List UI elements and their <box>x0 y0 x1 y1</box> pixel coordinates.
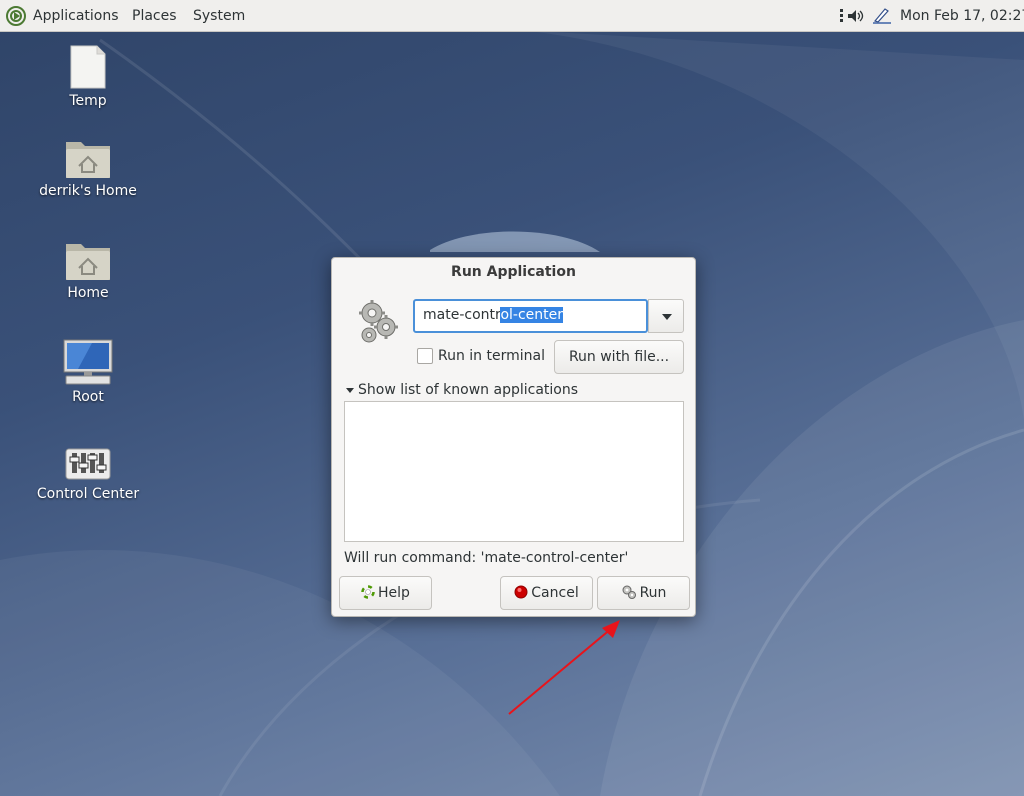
cancel-button[interactable]: Cancel <box>500 576 593 610</box>
desktop-icon-derriks-home[interactable]: derrik's Home <box>13 136 163 199</box>
desktop: Applications Places System Mon Feb 17, 0… <box>0 0 1024 796</box>
update-notifier-icon[interactable] <box>871 6 893 26</box>
run-with-file-button[interactable]: Run with file... <box>554 340 684 374</box>
desktop-icon-label: Control Center <box>36 486 140 502</box>
desktop-icon-label: derrik's Home <box>39 183 137 199</box>
command-selected-text: ol-center <box>500 307 564 323</box>
desktop-icon-temp[interactable]: Temp <box>13 44 163 109</box>
mate-logo-icon[interactable] <box>5 6 27 26</box>
command-input[interactable]: mate-control-center <box>413 299 648 333</box>
run-button-label: Run <box>639 585 667 601</box>
home-folder-icon <box>66 142 110 178</box>
run-button[interactable]: Run <box>597 576 690 610</box>
known-applications-expander[interactable]: Show list of known applications <box>346 382 578 398</box>
desktop-icon-home[interactable]: Home <box>13 238 163 301</box>
help-button[interactable]: Help <box>339 576 432 610</box>
gears-icon <box>622 585 636 599</box>
command-history-dropdown-button[interactable] <box>648 299 684 333</box>
desktop-icon-root[interactable]: Root <box>13 338 163 405</box>
help-button-label: Help <box>378 585 410 601</box>
desktop-icon-label: Root <box>72 389 104 405</box>
help-lifebuoy-icon <box>361 585 375 599</box>
volume-icon[interactable] <box>846 6 866 26</box>
chevron-down-icon <box>662 314 672 320</box>
stop-icon <box>514 585 528 599</box>
clock[interactable]: Mon Feb 17, 02:27 <box>900 7 1024 25</box>
run-application-dialog: Run Application mate-control-center Run … <box>331 257 696 617</box>
system-menu[interactable]: System <box>193 7 245 25</box>
dialog-title: Run Application <box>451 264 576 280</box>
computer-icon <box>63 339 113 385</box>
desktop-icon-control-center[interactable]: Control Center <box>13 445 163 502</box>
places-menu[interactable]: Places <box>132 7 177 25</box>
will-run-command-text: Will run command: 'mate-control-center' <box>344 550 629 566</box>
top-panel: Applications Places System Mon Feb 17, 0… <box>0 0 1024 32</box>
run-in-terminal-checkbox[interactable] <box>417 348 433 364</box>
known-applications-list[interactable] <box>344 401 684 542</box>
file-icon <box>70 45 106 89</box>
cancel-button-label: Cancel <box>531 585 579 601</box>
expander-arrow-icon <box>346 387 354 393</box>
command-combobox: mate-control-center <box>413 299 684 333</box>
home-folder-icon <box>66 244 110 280</box>
control-center-icon <box>65 448 111 480</box>
run-in-terminal-label[interactable]: Run in terminal <box>438 348 545 364</box>
known-applications-label: Show list of known applications <box>358 382 579 398</box>
gears-icon <box>359 300 398 343</box>
desktop-icon-label: Home <box>67 285 109 301</box>
desktop-icon-label: Temp <box>69 93 107 109</box>
applications-menu[interactable]: Applications <box>33 7 119 25</box>
network-icon[interactable] <box>838 6 846 26</box>
command-text: mate-contr <box>423 307 501 323</box>
